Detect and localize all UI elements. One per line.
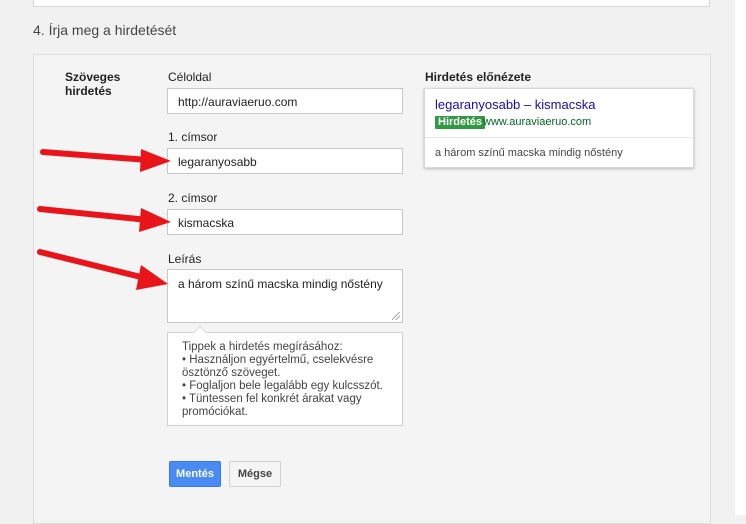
description-text: a három színű macska mindig nőstény — [178, 277, 383, 291]
tips-item: • Használjon egyértelmű, cselekvésre — [182, 354, 374, 366]
step-title: 4. Írja meg a hirdetését — [33, 22, 177, 38]
tips-title: Tippek a hirdetés megírásához: — [182, 341, 343, 353]
cancel-button[interactable]: Mégse — [229, 461, 281, 487]
tips-item: • Tüntessen fel konkrét árakat vagy — [182, 393, 362, 405]
tips-item: promóciókat. — [182, 406, 248, 418]
description-label: Leírás — [168, 252, 202, 266]
ad-type-label: Szöveges hirdetés — [65, 70, 121, 98]
landing-page-input[interactable]: http://auraviaeruo.com — [167, 88, 403, 114]
tooltip-pointer-inner — [194, 327, 206, 333]
preview-display-url: www.auraviaeruo.com — [483, 116, 592, 128]
save-button[interactable]: Mentés — [169, 461, 221, 487]
tips-item: • Foglaljon bele legalább egy kulcsszót. — [182, 380, 383, 392]
landing-page-label: Céloldal — [168, 70, 212, 84]
headline1-label: 1. címsor — [168, 130, 218, 144]
ad-badge: Hirdetés — [435, 116, 486, 129]
tips-item: ösztönző szöveget. — [182, 367, 281, 379]
description-textarea[interactable]: a három színű macska mindig nőstény — [167, 269, 403, 323]
resize-grip-icon[interactable] — [392, 312, 400, 320]
headline2-label: 2. címsor — [168, 191, 218, 205]
tips-box: Tippek a hirdetés megírásához: • Használ… — [167, 332, 403, 426]
preview-description: a három színű macska mindig nőstény — [435, 147, 623, 159]
preview-divider — [425, 137, 693, 138]
headline2-input[interactable]: kismacska — [167, 209, 403, 235]
preview-headline[interactable]: legaranyosabb – kismacska — [435, 97, 595, 112]
page-edge — [735, 0, 746, 515]
headline1-input[interactable]: legaranyosabb — [167, 148, 403, 174]
previous-step-card — [33, 0, 710, 7]
preview-label: Hirdetés előnézete — [425, 70, 532, 84]
ad-preview-card: legaranyosabb – kismacska Hirdetés www.a… — [424, 88, 694, 168]
